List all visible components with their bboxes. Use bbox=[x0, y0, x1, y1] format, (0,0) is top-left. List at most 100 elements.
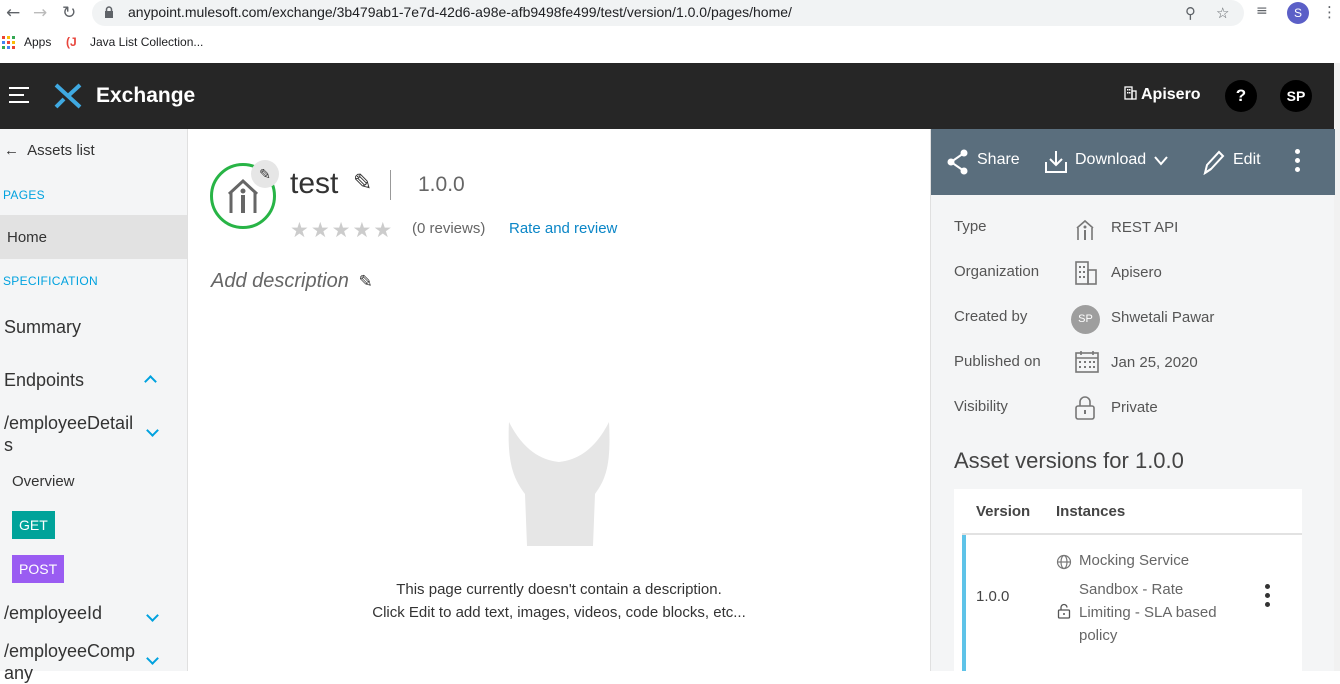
endpoint-label-wrap: s bbox=[4, 435, 13, 455]
main-content: ✎ test ✎ 1.0.0 ★★★★★ (0 reviews) Rate an… bbox=[188, 129, 930, 671]
organization-value: Apisero bbox=[1111, 264, 1162, 281]
sidebar-item-home[interactable]: Home bbox=[0, 215, 187, 259]
user-avatar-button[interactable]: SP bbox=[1280, 80, 1312, 112]
exchange-logo-icon bbox=[54, 83, 82, 109]
edit-asset-icon-button[interactable]: ✎ bbox=[251, 160, 279, 188]
building-icon bbox=[1075, 261, 1097, 285]
pencil-icon bbox=[1203, 150, 1225, 175]
created-by-label: Created by bbox=[954, 308, 1028, 325]
organization-label: Organization bbox=[954, 263, 1040, 280]
zoom-icon[interactable]: ⚲ bbox=[1185, 4, 1196, 22]
sidebar-item-employee-details[interactable]: /employeeDetail s bbox=[4, 412, 133, 456]
versions-table: Version Instances 1.0.0 Mocking Service … bbox=[954, 489, 1302, 671]
sidebar-item-employee-id[interactable]: /employeeId bbox=[4, 603, 102, 624]
asset-details-panel: Share Download Edit Type REST API Organi… bbox=[930, 129, 1335, 671]
rate-and-review-link[interactable]: Rate and review bbox=[509, 220, 617, 237]
star-icon: ★ bbox=[373, 219, 395, 242]
asset-versions-title: Asset versions for 1.0.0 bbox=[954, 448, 1184, 473]
lock-icon bbox=[1057, 603, 1071, 619]
instance-line-3: policy bbox=[1079, 627, 1118, 644]
created-by-value: Shwetali Pawar bbox=[1111, 309, 1215, 326]
building-icon bbox=[1124, 86, 1137, 100]
download-icon bbox=[1045, 151, 1067, 173]
browser-profile-avatar[interactable]: S bbox=[1287, 2, 1309, 24]
assets-list-link[interactable]: ← Assets list bbox=[4, 142, 95, 159]
sidebar-item-summary[interactable]: Summary bbox=[4, 317, 81, 338]
globe-icon bbox=[1056, 554, 1072, 570]
browser-toolbar: ← → ↻ anypoint.mulesoft.com/exchange/3b4… bbox=[0, 0, 1340, 26]
star-icon: ★ bbox=[331, 219, 353, 242]
empty-state-line-1: This page currently doesn't contain a de… bbox=[396, 581, 722, 598]
get-method-badge[interactable]: GET bbox=[12, 511, 55, 539]
chevron-down-icon[interactable] bbox=[146, 652, 159, 665]
bookmark-star-icon[interactable]: ☆ bbox=[1216, 4, 1229, 22]
type-value: REST API bbox=[1111, 219, 1179, 236]
type-label: Type bbox=[954, 218, 987, 235]
org-name: Apisero bbox=[1141, 86, 1201, 103]
endpoint-label: /employeeDetail bbox=[4, 413, 134, 433]
star-icon: ★ bbox=[310, 219, 332, 242]
more-options-icon[interactable] bbox=[1295, 149, 1301, 176]
lock-icon bbox=[105, 6, 113, 18]
asset-name: test bbox=[290, 167, 339, 200]
rating-stars: ★★★★★ bbox=[290, 218, 394, 243]
help-button[interactable]: ? bbox=[1225, 80, 1257, 112]
add-description-link[interactable]: Add description ✎ bbox=[211, 270, 373, 293]
instance-line-1: Sandbox - Rate bbox=[1079, 581, 1184, 598]
edit-label: Edit bbox=[1233, 151, 1261, 168]
reload-icon[interactable]: ↻ bbox=[62, 3, 76, 23]
java-favicon-icon: (J bbox=[66, 35, 77, 49]
specification-section-header: SPECIFICATION bbox=[3, 274, 99, 288]
back-arrow-icon: ← bbox=[4, 142, 19, 159]
bookmarks-bar: Apps (J Java List Collection... bbox=[0, 30, 1340, 56]
download-label: Download bbox=[1075, 151, 1147, 168]
media-icon[interactable]: ≡ bbox=[1256, 3, 1268, 19]
action-bar: Share Download Edit bbox=[931, 129, 1335, 195]
row-more-options-icon[interactable] bbox=[1265, 584, 1271, 611]
sidebar-item-endpoints[interactable]: Endpoints bbox=[4, 370, 84, 391]
chevron-down-icon[interactable] bbox=[146, 609, 159, 622]
title-divider bbox=[390, 170, 391, 200]
pencil-icon: ✎ bbox=[259, 166, 271, 182]
empty-state-line-2: Click Edit to add text, images, videos, … bbox=[372, 604, 746, 621]
share-label: Share bbox=[977, 151, 1020, 168]
endpoint-label-wrap: any bbox=[4, 663, 34, 683]
apps-grid-icon bbox=[2, 36, 15, 49]
chevron-down-icon[interactable] bbox=[146, 424, 159, 437]
forward-arrow-icon[interactable]: → bbox=[33, 3, 47, 23]
calendar-icon bbox=[1075, 351, 1099, 373]
instances-column-header: Instances bbox=[1056, 503, 1126, 520]
endpoint-label: /employeeComp bbox=[4, 641, 136, 661]
empty-state-message: This page currently doesn't contain a de… bbox=[188, 578, 930, 624]
star-icon: ★ bbox=[352, 219, 374, 242]
sidebar: ← Assets list PAGES Home SPECIFICATION S… bbox=[0, 129, 188, 683]
chevron-down-icon bbox=[1154, 156, 1168, 166]
assets-list-label: Assets list bbox=[27, 142, 95, 159]
empty-state-illustration bbox=[508, 422, 610, 546]
back-arrow-icon[interactable]: ← bbox=[6, 3, 20, 23]
org-switcher[interactable]: Apisero bbox=[1124, 86, 1201, 104]
selected-row-accent bbox=[962, 535, 966, 671]
sidebar-item-overview[interactable]: Overview bbox=[12, 473, 75, 490]
home-label: Home bbox=[7, 229, 48, 246]
asset-version: 1.0.0 bbox=[418, 173, 465, 196]
creator-avatar: SP bbox=[1071, 305, 1100, 334]
chevron-up-icon[interactable] bbox=[144, 375, 157, 388]
published-on-value: Jan 25, 2020 bbox=[1111, 354, 1198, 371]
edit-name-pencil-icon[interactable]: ✎ bbox=[353, 169, 372, 196]
bookmark-java-list[interactable]: Java List Collection... bbox=[90, 35, 203, 49]
instance-mocking-service[interactable]: Mocking Service bbox=[1079, 549, 1189, 572]
pencil-icon: ✎ bbox=[358, 272, 373, 291]
browser-menu-icon[interactable]: ⋮ bbox=[1322, 3, 1337, 21]
address-bar[interactable]: anypoint.mulesoft.com/exchange/3b479ab1-… bbox=[92, 0, 1244, 26]
sidebar-item-employee-company[interactable]: /employeeComp any bbox=[4, 640, 135, 684]
table-row[interactable]: 1.0.0 Mocking Service Sandbox - Rate Lim… bbox=[962, 535, 1302, 671]
app-title: Exchange bbox=[96, 84, 196, 107]
review-count: (0 reviews) bbox=[412, 220, 486, 237]
post-method-badge[interactable]: POST bbox=[12, 555, 65, 583]
bookmark-apps[interactable]: Apps bbox=[24, 35, 51, 49]
pages-section-header: PAGES bbox=[3, 188, 45, 202]
instance-sandbox-policy[interactable]: Sandbox - Rate Limiting - SLA based poli… bbox=[1079, 578, 1217, 647]
published-on-label: Published on bbox=[954, 353, 1041, 370]
hamburger-menu-icon[interactable] bbox=[9, 87, 29, 108]
